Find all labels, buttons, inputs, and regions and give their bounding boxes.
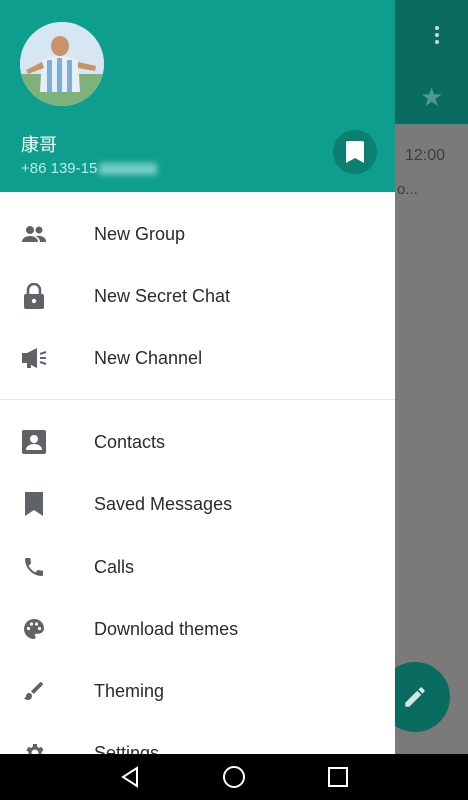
menu-label-saved-messages: Saved Messages	[94, 493, 233, 514]
menu-item-saved-messages[interactable]: Saved Messages	[0, 473, 395, 535]
background-chat-list	[395, 124, 468, 754]
system-navigation-bar	[0, 754, 468, 800]
contact-card-icon	[21, 429, 47, 455]
back-triangle-icon	[121, 766, 138, 788]
menu-label-new-secret-chat: New Secret Chat	[94, 285, 231, 306]
megaphone-icon	[21, 345, 47, 371]
avatar[interactable]	[20, 22, 104, 106]
bookmark-icon	[21, 491, 47, 517]
navigation-drawer: 康哥 +86 139-15 New Group New Secret Chat …	[0, 0, 395, 754]
menu-label-settings: Settings	[94, 742, 160, 755]
menu-item-calls[interactable]: Calls	[0, 536, 395, 598]
menu-item-new-secret-chat[interactable]: New Secret Chat	[0, 265, 395, 327]
phone-icon	[21, 554, 47, 580]
menu-item-new-channel[interactable]: New Channel	[0, 327, 395, 389]
user-phone: +86 139-15	[21, 160, 158, 177]
menu-item-theming[interactable]: Theming	[0, 660, 395, 722]
more-options-icon[interactable]	[430, 26, 444, 48]
phone-redaction	[99, 163, 158, 176]
menu-label-download-themes: Download themes	[94, 618, 239, 639]
pencil-icon	[405, 687, 425, 707]
menu-label-new-group: New Group	[94, 223, 186, 244]
chat-snippet: o...	[397, 181, 418, 198]
bookmark-icon	[346, 141, 364, 163]
menu-divider	[0, 399, 395, 400]
recents-square-icon	[328, 767, 348, 787]
lock-icon	[21, 283, 47, 309]
brush-icon	[21, 678, 47, 704]
star-icon[interactable]: ★	[420, 84, 443, 110]
home-button[interactable]	[220, 764, 248, 790]
menu-label-new-channel: New Channel	[94, 347, 203, 368]
gear-icon	[21, 740, 47, 754]
home-circle-icon	[223, 766, 245, 788]
drawer-header: 康哥 +86 139-15	[0, 0, 395, 192]
menu-item-contacts[interactable]: Contacts	[0, 411, 395, 473]
menu-item-download-themes[interactable]: Download themes	[0, 598, 395, 660]
chat-time: 12:00	[405, 147, 446, 164]
palette-icon	[21, 616, 47, 642]
menu-label-contacts: Contacts	[94, 431, 166, 452]
menu-item-settings[interactable]: Settings	[0, 722, 395, 754]
user-phone-text: +86 139-15	[21, 160, 98, 177]
saved-messages-button[interactable]	[333, 130, 377, 174]
back-button[interactable]	[116, 764, 144, 790]
menu-label-theming: Theming	[94, 680, 165, 701]
menu-label-calls: Calls	[94, 556, 135, 577]
user-name: 康哥	[21, 135, 57, 155]
group-icon	[21, 221, 47, 247]
menu-item-new-group[interactable]: New Group	[0, 203, 395, 265]
recents-button[interactable]	[324, 764, 352, 790]
